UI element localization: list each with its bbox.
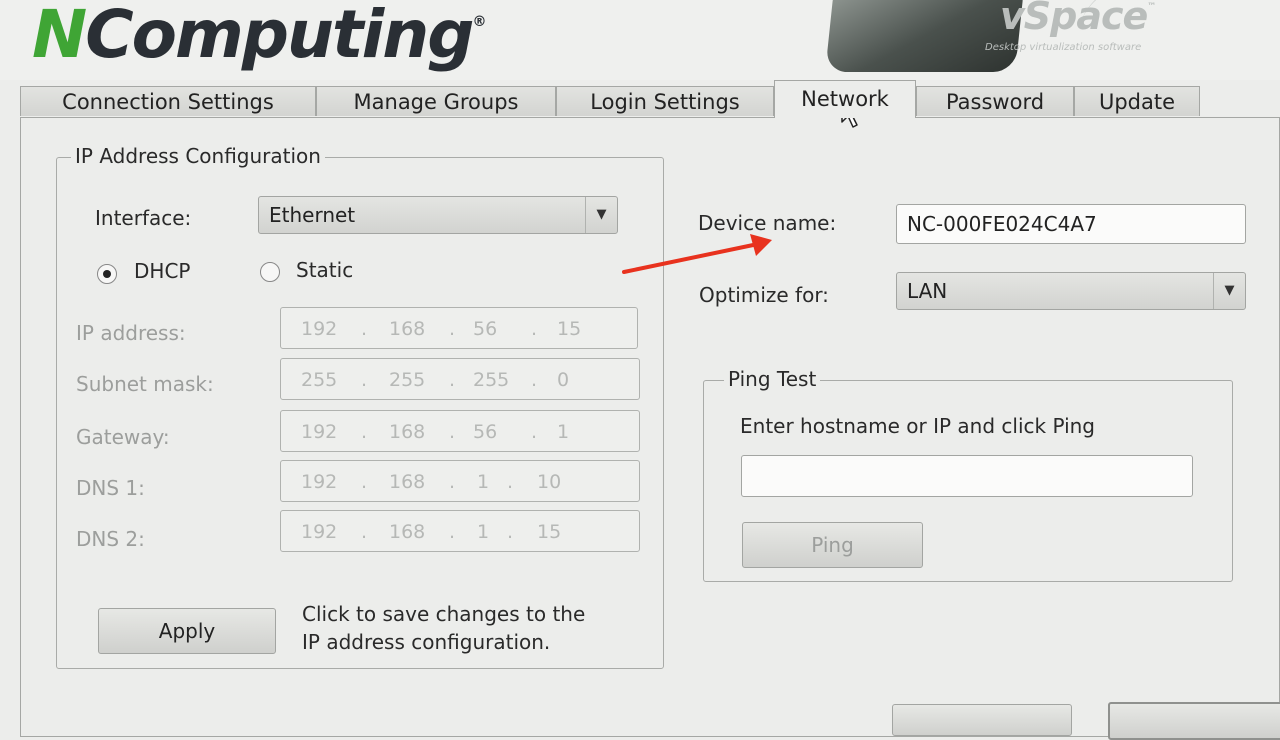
optimize-select[interactable]: LAN ▼ bbox=[896, 272, 1246, 310]
dns2-field[interactable]: 192 . 168 . 1 . 15 bbox=[280, 510, 640, 552]
apply-help-line1: Click to save changes to the bbox=[302, 602, 586, 626]
dns2-label: DNS 2: bbox=[76, 527, 145, 551]
vspace-logo: vSpace™ bbox=[1000, 0, 1156, 38]
tab-update[interactable]: Update bbox=[1074, 86, 1200, 116]
interface-label: Interface: bbox=[95, 206, 192, 230]
subnet-mask-label: Subnet mask: bbox=[76, 372, 214, 396]
dns1-field[interactable]: 192 . 168 . 1 . 10 bbox=[280, 460, 640, 502]
optimize-label: Optimize for: bbox=[699, 283, 829, 307]
ping-button[interactable]: Ping bbox=[742, 522, 923, 568]
interface-value: Ethernet bbox=[269, 203, 356, 227]
dhcp-label: DHCP bbox=[134, 259, 191, 283]
app-header: NComputing® vSpace™ Desktop virtualizati… bbox=[0, 0, 1280, 80]
static-label: Static bbox=[296, 258, 354, 282]
settings-tabs: Connection Settings Manage Groups Login … bbox=[20, 80, 1260, 118]
ncomputing-logo: NComputing® bbox=[32, 0, 486, 73]
device-name-field[interactable]: NC-000FE024C4A7 bbox=[896, 204, 1246, 244]
interface-select[interactable]: Ethernet ▼ bbox=[258, 196, 618, 234]
dns1-label: DNS 1: bbox=[76, 476, 145, 500]
chevron-down-icon: ▼ bbox=[585, 197, 617, 233]
vspace-tagline: Desktop virtualization software bbox=[985, 42, 1142, 53]
red-arrow-annotation bbox=[622, 234, 772, 274]
tab-network[interactable]: Network bbox=[774, 80, 916, 118]
tab-login-settings[interactable]: Login Settings bbox=[556, 86, 774, 116]
gateway-label: Gateway: bbox=[76, 425, 170, 449]
ok-button[interactable] bbox=[892, 704, 1072, 736]
apply-button[interactable]: Apply bbox=[98, 608, 276, 654]
subnet-mask-field[interactable]: 255 . 255 . 255 . 0 bbox=[280, 358, 640, 400]
gateway-field[interactable]: 192 . 168 . 56 . 1 bbox=[280, 410, 640, 452]
optimize-value: LAN bbox=[907, 279, 948, 303]
tab-password[interactable]: Password bbox=[916, 86, 1074, 116]
tab-manage-groups[interactable]: Manage Groups bbox=[316, 86, 556, 116]
tab-connection-settings[interactable]: Connection Settings bbox=[20, 86, 316, 116]
chevron-down-icon: ▼ bbox=[1213, 273, 1245, 309]
static-radio[interactable] bbox=[260, 262, 280, 282]
ping-host-input[interactable] bbox=[741, 455, 1193, 497]
ping-instruction: Enter hostname or IP and click Ping bbox=[740, 414, 1095, 438]
ip-address-label: IP address: bbox=[76, 321, 186, 345]
dhcp-radio[interactable] bbox=[97, 264, 117, 284]
ip-config-legend: IP Address Configuration bbox=[71, 144, 325, 168]
ip-address-field[interactable]: 192 . 168 . 56 . 15 bbox=[280, 307, 638, 349]
ping-test-legend: Ping Test bbox=[724, 367, 821, 391]
cancel-button[interactable] bbox=[1108, 702, 1280, 740]
apply-help-line2: IP address configuration. bbox=[302, 630, 551, 654]
device-image bbox=[825, 0, 1025, 72]
